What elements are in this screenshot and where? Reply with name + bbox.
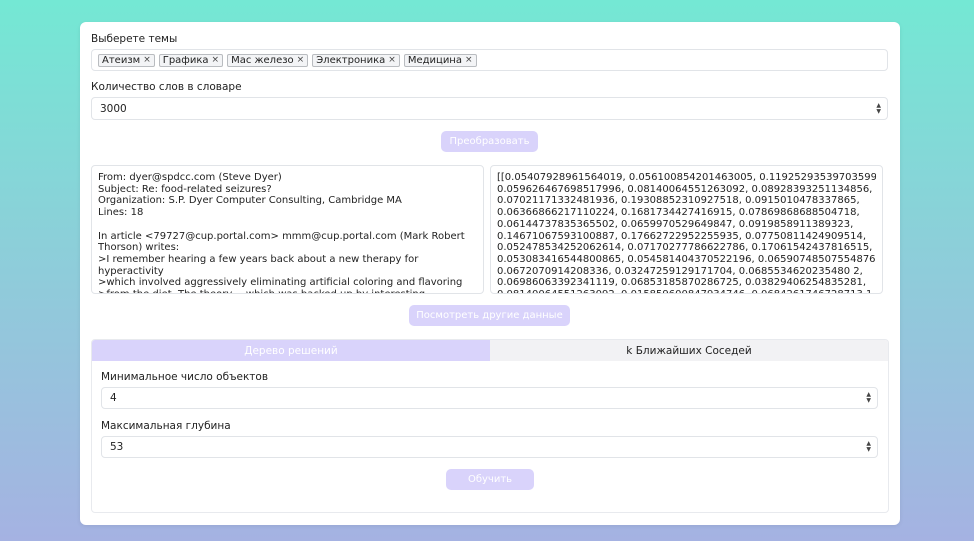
topic-tag: Атеизм × — [98, 53, 155, 67]
source-text-line: Subject: Re: food-related seizures? — [98, 183, 272, 195]
source-text-line: From: dyer@spdcc.com (Steve Dyer) — [98, 172, 282, 183]
vocab-size-input[interactable]: 3000 ▲ ▼ — [91, 97, 888, 120]
vector-text-line: 0.06144737835365502, 0.0659970529649847,… — [497, 218, 854, 230]
source-text-line: >which involved aggressively eliminating… — [98, 277, 463, 289]
topic-tag: Электроника × — [312, 53, 400, 67]
source-text-line: >I remember hearing a few years back abo… — [98, 253, 419, 277]
vector-text-line: 0.08140064551263092, 0.01585960084793474… — [497, 289, 876, 293]
topic-tag: Мас железо × — [227, 53, 309, 67]
topic-tag-label: Медицина — [407, 54, 462, 66]
vector-text-line: [[0.05407928961564019, 0.056100854201463… — [497, 172, 876, 183]
main-card: Выберете темы Атеизм × Графика × Мас железо ×… — [80, 22, 900, 525]
vector-text-line: 0.0672070914208336, 0.03247259129171704,… — [497, 265, 863, 277]
max-depth-value: 53 — [110, 441, 124, 453]
source-text-line: Lines: 18 — [98, 207, 144, 219]
remove-tag-icon[interactable]: × — [388, 55, 396, 66]
source-text-line — [98, 219, 477, 231]
topic-tag-label: Графика — [162, 54, 209, 66]
vocab-label: Количество слов в словаре — [91, 81, 242, 93]
vector-text-line: 0.052478534252062614, 0.0717027778662278… — [497, 242, 873, 254]
vector-text-line: 0.06366866217110224, 0.1681734427416915,… — [497, 207, 860, 219]
topic-tag-label: Атеизм — [102, 54, 141, 66]
vector-output-area[interactable]: [[0.05407928961564019, 0.056100854201463… — [490, 165, 883, 294]
stepper-icon[interactable]: ▲ ▼ — [866, 392, 871, 404]
source-text-line: >from the diet. The theory -- which was … — [98, 289, 477, 293]
transform-button[interactable]: Преобразовать — [441, 131, 538, 152]
remove-tag-icon[interactable]: × — [297, 55, 305, 66]
vector-text-line: 0.07021171332481936, 0.19308852310927518… — [497, 195, 860, 207]
vector-text-line: 0.14671067593100887, 0.17662722952255935… — [497, 230, 866, 242]
topic-tag: Графика × — [158, 53, 224, 67]
stepper-icon[interactable]: ▲ ▼ — [866, 441, 871, 453]
min-objects-input[interactable]: 4 ▲ ▼ — [101, 387, 878, 409]
vector-text-line: 0.06986063392341119, 0.06853185870286725… — [497, 277, 866, 289]
topics-multiselect[interactable]: Атеизм × Графика × Мас железо × Электроника × Ме… — [91, 49, 888, 71]
stepper-icon[interactable]: ▲ ▼ — [876, 102, 881, 115]
topics-label: Выберете темы — [91, 33, 178, 45]
model-tabs-panel: Дерево решений k Ближайших Соседей Миним… — [91, 339, 889, 513]
topic-tag: Медицина × — [403, 53, 477, 67]
tab-knn[interactable]: k Ближайших Соседей — [490, 340, 888, 361]
model-tabbar: Дерево решений k Ближайших Соседей — [92, 340, 888, 361]
vector-text-line: 0.053083416544800865, 0.0545814043705221… — [497, 253, 876, 265]
source-text-area[interactable]: From: dyer@spdcc.com (Steve Dyer) Subject… — [91, 165, 484, 294]
tab-decision-tree[interactable]: Дерево решений — [92, 340, 490, 361]
source-text-line: Organization: S.P. Dyer Computer Consult… — [98, 195, 402, 207]
max-depth-input[interactable]: 53 ▲ ▼ — [101, 436, 878, 458]
source-text-line: In article <79727@cup.portal.com> mmm@cu… — [98, 230, 465, 254]
view-other-data-button[interactable]: Посмотреть другие данные — [409, 305, 570, 326]
remove-tag-icon[interactable]: × — [212, 55, 220, 66]
vector-text-line: 0.059626467698517996, 0.0814006455126309… — [497, 183, 873, 195]
topic-tag-label: Мас железо — [231, 54, 294, 66]
topic-tag-label: Электроника — [316, 54, 386, 66]
max-depth-label: Максимальная глубина — [101, 420, 231, 432]
min-objects-label: Минимальное число объектов — [101, 371, 269, 383]
min-objects-value: 4 — [110, 392, 117, 404]
remove-tag-icon[interactable]: × — [143, 55, 151, 66]
train-button[interactable]: Обучить — [446, 469, 534, 490]
vocab-size-value: 3000 — [100, 102, 127, 115]
remove-tag-icon[interactable]: × — [465, 55, 473, 66]
